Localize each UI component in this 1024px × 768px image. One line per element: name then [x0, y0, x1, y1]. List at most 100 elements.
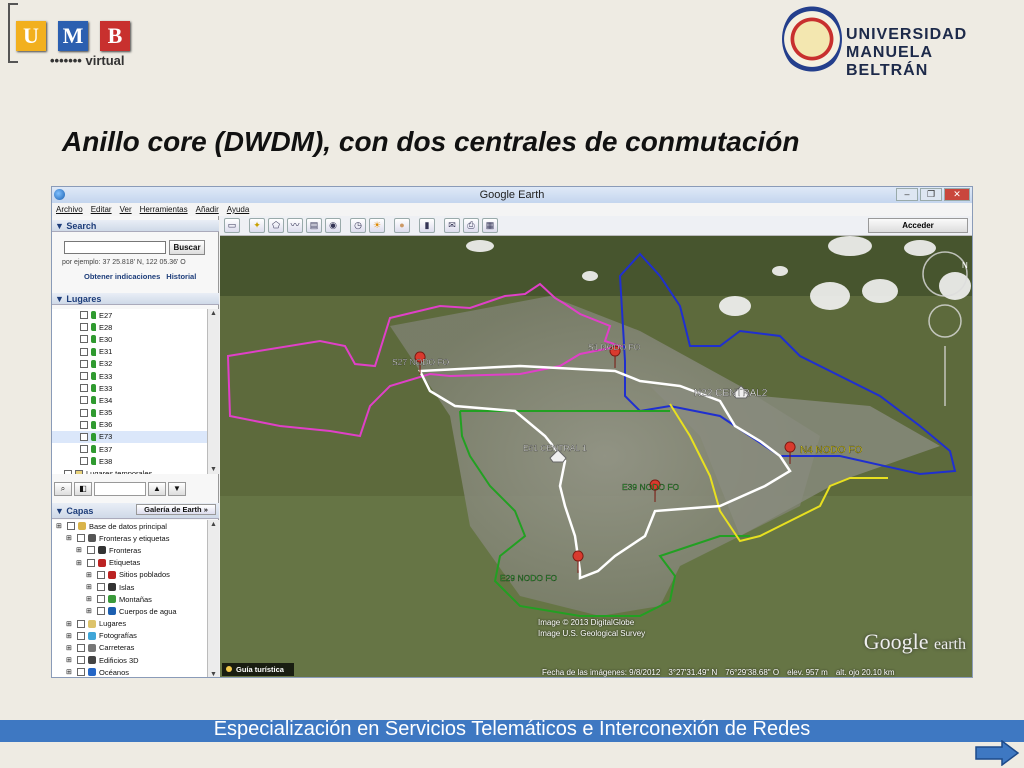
place-checkbox[interactable]: [80, 408, 88, 417]
place-item[interactable]: E38: [52, 455, 207, 467]
tour-icon[interactable]: ◉: [325, 218, 341, 233]
place-item[interactable]: E37: [52, 443, 207, 455]
expand-icon[interactable]: ⊞: [66, 668, 74, 676]
print-icon[interactable]: ⎙: [463, 218, 479, 233]
place-item[interactable]: E27: [52, 309, 207, 321]
expand-icon[interactable]: ⊞: [66, 632, 74, 640]
places-section-header[interactable]: ▼ Lugares: [52, 293, 219, 305]
maximize-button[interactable]: ❐: [920, 188, 942, 201]
layer-checkbox[interactable]: [97, 595, 105, 604]
move-down-icon[interactable]: ▼: [168, 482, 186, 496]
layer-item[interactable]: ⊞ Fronteras: [52, 544, 207, 556]
expand-icon[interactable]: ⊞: [56, 522, 64, 530]
place-checkbox[interactable]: [80, 323, 88, 332]
place-checkbox[interactable]: [80, 384, 88, 393]
search-places-icon[interactable]: ⌕: [54, 482, 72, 496]
tour-guide-button[interactable]: Guía turística: [222, 663, 294, 676]
places-scrollbar[interactable]: ▲ ▼: [207, 309, 219, 474]
place-item[interactable]: E36: [52, 419, 207, 431]
menu-ayuda[interactable]: Ayuda: [227, 203, 250, 216]
layers-header-label[interactable]: ▼ Capas: [55, 506, 93, 516]
maps-icon[interactable]: ▦: [482, 218, 498, 233]
map-canvas[interactable]: S27 NODO FO S1 NODO FO N22 CENTRAL2 N4 N…: [220, 236, 972, 678]
layer-item[interactable]: ⊞ Islas: [52, 581, 207, 593]
layer-item[interactable]: ⊞ Fronteras y etiquetas: [52, 532, 207, 544]
temporary-places-checkbox[interactable]: [64, 469, 72, 474]
place-checkbox[interactable]: [80, 396, 88, 405]
expand-icon[interactable]: ⊞: [86, 607, 94, 615]
expand-icon[interactable]: ⊞: [66, 620, 74, 628]
expand-icon[interactable]: ⊞: [66, 644, 74, 652]
earth-gallery-button[interactable]: Galería de Earth »: [136, 504, 216, 515]
places-filter-input[interactable]: [94, 482, 146, 496]
menu-archivo[interactable]: Archivo: [56, 203, 83, 216]
close-button[interactable]: ✕: [944, 188, 970, 201]
layer-checkbox[interactable]: [77, 643, 85, 652]
minimize-button[interactable]: –: [896, 188, 918, 201]
layer-checkbox[interactable]: [77, 668, 85, 677]
buscar-button[interactable]: Buscar: [169, 240, 205, 255]
ruler-icon[interactable]: ▮: [419, 218, 435, 233]
layer-checkbox[interactable]: [87, 558, 95, 567]
search-input[interactable]: [64, 241, 166, 254]
expand-icon[interactable]: ⊞: [86, 571, 94, 579]
place-checkbox[interactable]: [80, 432, 88, 441]
layer-checkbox[interactable]: [97, 583, 105, 592]
place-item[interactable]: E33: [52, 370, 207, 382]
expand-icon[interactable]: ⊞: [76, 559, 84, 567]
layers-scrollbar[interactable]: ▲ ▼: [207, 520, 219, 677]
layer-checkbox[interactable]: [77, 656, 85, 665]
layer-item[interactable]: ⊞ Base de datos principal: [52, 520, 207, 532]
window-titlebar[interactable]: Google Earth – ❐ ✕: [52, 187, 972, 203]
place-checkbox[interactable]: [80, 372, 88, 381]
layer-checkbox[interactable]: [97, 607, 105, 616]
expand-icon[interactable]: ⊞: [86, 595, 94, 603]
layer-item[interactable]: ⊞ Cuerpos de agua: [52, 605, 207, 617]
directions-link[interactable]: Obtener indicaciones: [84, 272, 160, 281]
layer-item[interactable]: ⊞ Montañas: [52, 593, 207, 605]
layer-checkbox[interactable]: [87, 546, 95, 555]
temporary-places-item[interactable]: Lugares temporales: [52, 467, 207, 474]
path-icon[interactable]: 〰: [287, 218, 303, 233]
menu-editar[interactable]: Editar: [91, 203, 112, 216]
layer-checkbox[interactable]: [97, 570, 105, 579]
place-item[interactable]: E32: [52, 358, 207, 370]
panel-toggle-icon[interactable]: ◧: [74, 482, 92, 496]
place-item[interactable]: E30: [52, 333, 207, 345]
place-checkbox[interactable]: [80, 359, 88, 368]
expand-icon[interactable]: ⊞: [86, 583, 94, 591]
historical-imagery-icon[interactable]: ◷: [350, 218, 366, 233]
layer-item[interactable]: ⊞ Carreteras: [52, 642, 207, 654]
layer-item[interactable]: ⊞ Etiquetas: [52, 557, 207, 569]
place-item[interactable]: E31: [52, 346, 207, 358]
place-item[interactable]: E73: [52, 430, 207, 444]
place-item[interactable]: E33: [52, 382, 207, 394]
layer-item[interactable]: ⊞ Océanos: [52, 666, 207, 677]
layer-checkbox[interactable]: [77, 619, 85, 628]
place-checkbox[interactable]: [80, 445, 88, 454]
place-checkbox[interactable]: [80, 420, 88, 429]
layer-checkbox[interactable]: [67, 522, 75, 531]
search-section-header[interactable]: ▼ Search: [52, 220, 219, 232]
north-indicator-icon[interactable]: N: [962, 261, 968, 270]
place-item[interactable]: E35: [52, 407, 207, 419]
expand-icon[interactable]: ⊞: [66, 656, 74, 664]
layer-item[interactable]: ⊞ Fotografías: [52, 630, 207, 642]
place-checkbox[interactable]: [80, 335, 88, 344]
move-up-icon[interactable]: ▲: [148, 482, 166, 496]
menu-herramientas[interactable]: Herramientas: [140, 203, 188, 216]
email-icon[interactable]: ✉: [444, 218, 460, 233]
place-checkbox[interactable]: [80, 347, 88, 356]
polygon-icon[interactable]: ⬠: [268, 218, 284, 233]
sidebar-icon[interactable]: ▭: [224, 218, 240, 233]
menu-anadir[interactable]: Añadir: [196, 203, 219, 216]
next-slide-arrow-icon[interactable]: [974, 740, 1020, 766]
place-item[interactable]: E34: [52, 394, 207, 406]
layer-checkbox[interactable]: [77, 631, 85, 640]
menu-ver[interactable]: Ver: [120, 203, 132, 216]
expand-icon[interactable]: ⊞: [76, 546, 84, 554]
history-link[interactable]: Historial: [166, 272, 196, 281]
layer-item[interactable]: ⊞ Lugares: [52, 618, 207, 630]
planets-icon[interactable]: ●: [394, 218, 410, 233]
layer-item[interactable]: ⊞ Sitios poblados: [52, 569, 207, 581]
